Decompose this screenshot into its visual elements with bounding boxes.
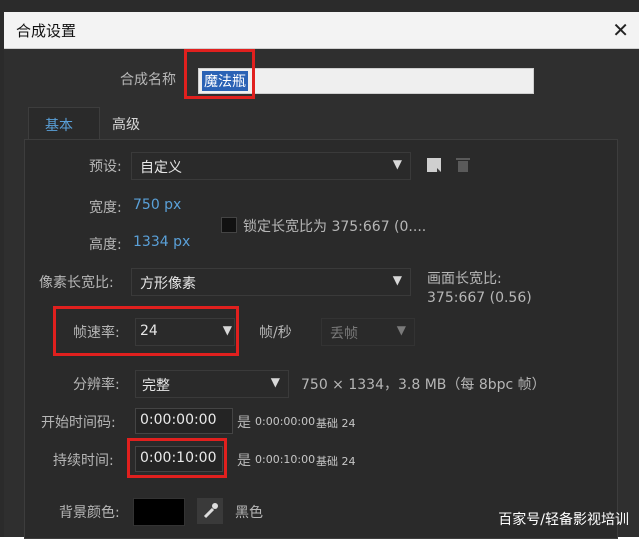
width-label: 宽度: <box>89 200 122 216</box>
frame-aspect-label: 画面长宽比: <box>427 271 502 287</box>
preset-dropdown[interactable]: 自定义 ▼ <box>131 152 411 180</box>
save-preset-icon[interactable] <box>425 156 445 174</box>
pixel-aspect-dropdown[interactable]: 方形像素 ▼ <box>131 268 411 296</box>
tab-basic[interactable]: 基本 <box>28 107 100 140</box>
chevron-down-icon: ▼ <box>396 323 406 337</box>
background-color-label: 背景颜色: <box>59 505 120 521</box>
dialog-title: 合成设置 <box>16 22 77 40</box>
highlight-duration <box>127 438 227 478</box>
start-timecode-note-prefix: 是 <box>237 415 251 431</box>
basic-settings-panel: 预设: 自定义 ▼ 宽度: 750 px 高度: 1334 px 锁定长宽比为 … <box>24 139 618 539</box>
pixel-aspect-label: 像素长宽比: <box>39 275 114 291</box>
frame-aspect-value: 375:667 (0.56) <box>427 290 532 306</box>
resolution-label: 分辨率: <box>73 377 120 393</box>
chevron-down-icon: ▼ <box>392 273 402 287</box>
lock-aspect-label: 锁定长宽比为 375:667 (0.... <box>243 219 427 235</box>
background-color-name: 黑色 <box>235 505 263 521</box>
dialog-frame: 合成设置 ✕ 合成名称 魔法瓶 基本 高级 预设: 自定义 ▼ 宽度: 750 … <box>0 0 639 539</box>
duration-label: 持续时间: <box>53 453 114 469</box>
duration-note-prefix: 是 <box>237 453 251 469</box>
highlight-comp-name <box>184 49 255 99</box>
preset-label: 预设: <box>89 159 122 175</box>
duration-note-small: 0:00:10:00 <box>255 453 316 466</box>
resolution-info: 750 × 1334，3.8 MB（每 8bpc 帧） <box>301 377 546 393</box>
height-value[interactable]: 1334 px <box>133 234 190 250</box>
width-value[interactable]: 750 px <box>133 197 181 213</box>
tab-advanced[interactable]: 高级 <box>100 107 162 139</box>
start-timecode-note-suffix: 基础 24 <box>316 417 356 430</box>
background-color-swatch[interactable] <box>133 498 185 526</box>
eyedropper-icon <box>203 503 218 519</box>
dialog-titlebar: 合成设置 ✕ <box>4 12 639 49</box>
close-icon[interactable]: ✕ <box>612 18 629 42</box>
chevron-down-icon: ▼ <box>270 375 280 389</box>
resolution-dropdown[interactable]: 完整 ▼ <box>135 370 289 398</box>
frame-rate-unit: 帧/秒 <box>259 325 292 341</box>
highlight-frame-rate <box>53 306 239 356</box>
duration-note-suffix: 基础 24 <box>316 455 356 468</box>
eyedropper-button[interactable] <box>197 498 223 524</box>
height-label: 高度: <box>89 237 122 253</box>
comp-name-label: 合成名称 <box>120 72 176 88</box>
chevron-down-icon: ▼ <box>392 157 402 171</box>
start-timecode-note-small: 0:00:00:00 <box>255 415 316 428</box>
delete-preset-icon[interactable] <box>455 156 471 174</box>
drop-frame-dropdown: 丢帧 ▼ <box>321 318 415 346</box>
start-timecode-field[interactable]: 0:00:00:00 <box>135 408 233 434</box>
lock-aspect-checkbox[interactable] <box>221 217 237 233</box>
watermark-text: 百家号/轻备影视培训 <box>498 512 629 528</box>
start-timecode-label: 开始时间码: <box>41 415 116 431</box>
